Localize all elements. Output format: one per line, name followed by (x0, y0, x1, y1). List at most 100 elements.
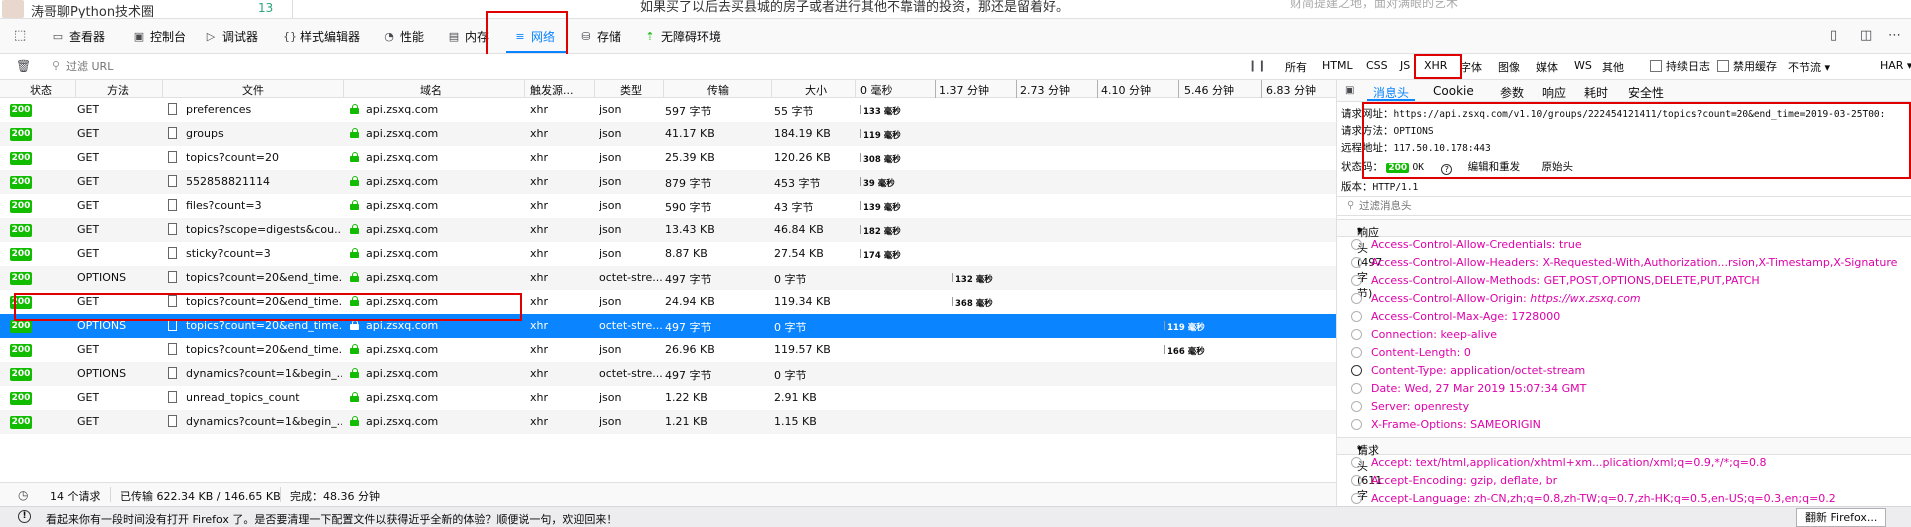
header-row[interactable]: Access-Control-Allow-Methods: GET,POST,O… (1351, 274, 1760, 287)
raw-headers-button[interactable]: 原始头 (1541, 161, 1573, 173)
pick-element-icon[interactable]: ⬚ (14, 28, 26, 43)
table-row[interactable]: 200 GET groups api.zsxq.com xhr json 41.17 KB 1… (0, 122, 1336, 146)
header-row[interactable]: X-Frame-Options: SAMEORIGIN (1351, 418, 1541, 431)
table-row[interactable]: 200 GET topics?count=20&end_time... api.zsx… (0, 338, 1336, 362)
filter-url-input[interactable] (66, 57, 1216, 76)
help-icon[interactable] (1351, 275, 1362, 286)
header-row[interactable]: Accept: text/html,application/xhtml+xm..… (1351, 456, 1767, 469)
performance-analysis-icon[interactable]: ◷ (18, 488, 28, 502)
header-row[interactable]: Date: Wed, 27 Mar 2019 15:07:34 GMT (1351, 382, 1586, 395)
header-row[interactable]: Content-Type: application/octet-stream (1351, 364, 1585, 377)
tab-performance[interactable]: ◔ 性能 (383, 19, 424, 54)
column-header-method[interactable]: 方法 (107, 82, 129, 98)
column-header-file[interactable]: 文件 (242, 82, 264, 98)
table-row[interactable]: 200 GET topics?count=20 api.zsxq.com xhr json… (0, 146, 1336, 170)
help-icon[interactable] (1351, 257, 1362, 268)
tab-accessibility[interactable]: ⇡ 无障碍环境 (644, 19, 721, 54)
filter-type-ws[interactable]: WS (1574, 59, 1592, 72)
filter-type-html[interactable]: HTML (1322, 59, 1353, 72)
table-row[interactable]: 200 OPTIONS topics?count=20&end_time... api… (0, 266, 1336, 290)
header-row[interactable]: Connection: keep-alive (1351, 328, 1497, 341)
table-row[interactable]: 200 GET preferences api.zsxq.com xhr json 597 … (0, 98, 1336, 122)
header-row[interactable]: Content-Length: 0 (1351, 346, 1471, 359)
header-row[interactable]: Server: openresty (1351, 400, 1469, 413)
table-row[interactable]: 200 OPTIONS topics?count=20&end_time... api… (0, 314, 1336, 338)
help-icon[interactable] (1351, 365, 1362, 376)
tab-security[interactable]: 安全性 (1628, 84, 1664, 101)
filter-type-media[interactable]: 媒体 (1536, 59, 1558, 75)
throttle-select[interactable]: 不节流 ▾ (1788, 59, 1830, 75)
table-row[interactable]: 200 GET files?count=3 api.zsxq.com xhr json 59… (0, 194, 1336, 218)
pause-icon[interactable]: ❙❙ (1248, 59, 1266, 72)
table-row[interactable]: 200 GET topics?count=20&end_time... api.zsx… (0, 290, 1336, 314)
request-headers-section[interactable]: ▾ 请求头 (611 字节) (1337, 437, 1911, 506)
help-icon[interactable] (1351, 419, 1362, 430)
table-row[interactable]: 200 GET sticky?count=3 api.zsxq.com xhr json 8… (0, 242, 1336, 266)
column-header-size[interactable]: 大小 (805, 82, 827, 98)
checkbox-box[interactable] (1650, 60, 1662, 72)
help-icon[interactable] (1351, 293, 1362, 304)
filter-type-images[interactable]: 图像 (1498, 59, 1520, 75)
response-headers-section[interactable]: ▾ 响应头 (497 字节) (1337, 219, 1911, 300)
responsive-mode-icon[interactable]: ▯ (1830, 28, 1837, 43)
har-menu[interactable]: HAR ▾ (1880, 59, 1911, 72)
checkbox-box[interactable] (1717, 60, 1729, 72)
trash-icon[interactable]: 🗑 (16, 59, 31, 73)
header-row[interactable]: Access-Control-Allow-Headers: X-Requeste… (1351, 256, 1897, 269)
tab-storage[interactable]: ⛁ 存储 (580, 19, 621, 54)
help-icon[interactable] (1351, 239, 1362, 250)
table-row[interactable]: 200 GET dynamics?count=1&begin_... api.zsxq… (0, 410, 1336, 434)
column-header-cause[interactable]: 触发源... (530, 82, 574, 98)
refresh-firefox-button[interactable]: 翻新 Firefox... (1796, 508, 1887, 527)
table-row[interactable]: 200 GET topics?scope=digests&cou... api.zsx… (0, 218, 1336, 242)
tab-inspector[interactable]: ▭ 查看器 (52, 19, 105, 54)
tab-console[interactable]: ▣ 控制台 (133, 19, 186, 54)
tab-debugger[interactable]: ▷ 调试器 (205, 19, 258, 54)
more-icon[interactable]: ⋯ (1888, 28, 1901, 43)
table-row[interactable]: 200 OPTIONS dynamics?count=1&begin_... api.… (0, 362, 1336, 386)
author-name[interactable]: 涛哥聊Python技术圈 (31, 1, 154, 18)
edit-resend-button[interactable]: 编辑和重发 (1468, 161, 1521, 173)
help-icon[interactable] (1351, 347, 1362, 358)
tab-style-editor[interactable]: {} 样式编辑器 (283, 19, 360, 54)
help-icon[interactable] (1351, 329, 1362, 340)
header-row[interactable]: Access-Control-Max-Age: 1728000 (1351, 310, 1560, 323)
tab-cookies[interactable]: Cookie (1433, 84, 1474, 98)
help-icon[interactable] (1351, 475, 1362, 486)
tab-params[interactable]: 参数 (1500, 84, 1524, 101)
filter-type-fonts[interactable]: 字体 (1460, 59, 1482, 75)
filter-type-other[interactable]: 其他 (1602, 59, 1624, 75)
tab-response[interactable]: 响应 (1542, 84, 1566, 101)
filter-type-css[interactable]: CSS (1366, 59, 1388, 72)
table-row[interactable]: 200 GET 552858821114 api.zsxq.com xhr json 879… (0, 170, 1336, 194)
help-icon[interactable] (1351, 401, 1362, 412)
header-row[interactable]: Accept-Encoding: gzip, deflate, br (1351, 474, 1557, 487)
help-icon[interactable] (1351, 383, 1362, 394)
domain-cell: api.zsxq.com (366, 223, 439, 236)
tab-timings[interactable]: 耗时 (1584, 84, 1608, 101)
column-header-domain[interactable]: 域名 (420, 82, 442, 98)
help-icon[interactable] (1351, 493, 1362, 504)
help-icon[interactable] (1351, 457, 1362, 468)
table-row[interactable]: 200 GET unread_topics_count api.zsxq.com xhr… (0, 386, 1336, 410)
disable-cache-checkbox[interactable]: 禁用缓存 (1717, 58, 1777, 74)
tab-network[interactable]: ≡ 网络 (514, 19, 555, 54)
filter-type-xhr[interactable]: XHR (1424, 59, 1447, 72)
tab-memory[interactable]: ▤ 内存 (448, 19, 489, 54)
request-url-value[interactable]: https://api.zsxq.com/v1.10/groups/222454… (1394, 109, 1886, 120)
header-row[interactable]: Access-Control-Allow-Credentials: true (1351, 238, 1582, 251)
filter-type-all[interactable]: 所有 (1285, 59, 1307, 75)
column-header-transferred[interactable]: 传输 (707, 82, 729, 98)
help-icon[interactable]: ? (1441, 164, 1453, 175)
filter-type-js[interactable]: JS (1400, 59, 1410, 72)
filter-headers-input[interactable] (1359, 200, 1859, 212)
checkbox-label: 持续日志 (1666, 60, 1710, 73)
dock-icon[interactable]: ◫ (1860, 28, 1872, 43)
help-icon[interactable] (1351, 311, 1362, 322)
header-row[interactable]: Accept-Language: zh-CN,zh;q=0.8,zh-TW;q=… (1351, 492, 1836, 505)
column-header-status[interactable]: 状态 (30, 82, 52, 98)
toggle-sidebar-icon[interactable]: ▣ (1345, 85, 1354, 96)
persist-logs-checkbox[interactable]: 持续日志 (1650, 58, 1710, 74)
header-row[interactable]: Access-Control-Allow-Origin: https://wx.… (1351, 292, 1641, 305)
column-header-type[interactable]: 类型 (620, 82, 642, 98)
